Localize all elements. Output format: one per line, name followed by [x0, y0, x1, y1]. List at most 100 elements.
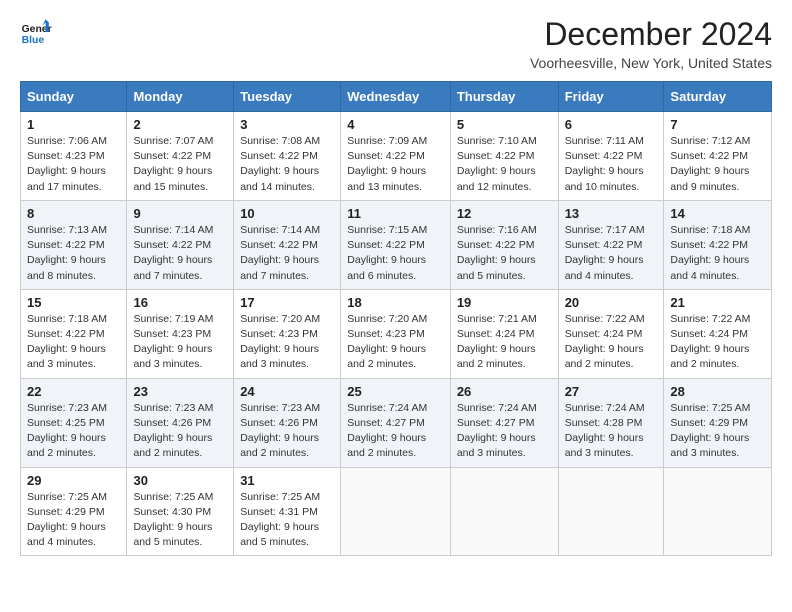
day-number: 13 [565, 206, 658, 221]
month-title: December 2024 [530, 16, 772, 53]
week-row-5: 29 Sunrise: 7:25 AMSunset: 4:29 PMDayligh… [21, 467, 772, 556]
week-row-4: 22 Sunrise: 7:23 AMSunset: 4:25 PMDayligh… [21, 378, 772, 467]
day-number: 11 [347, 206, 444, 221]
day-number: 31 [240, 473, 334, 488]
calendar-cell: 14Sunrise: 7:18 AMSunset: 4:22 PMDayligh… [664, 200, 772, 289]
day-number: 7 [670, 117, 765, 132]
day-info: Sunrise: 7:21 AMSunset: 4:24 PMDaylight:… [457, 312, 552, 373]
day-info: Sunrise: 7:25 AMSunset: 4:29 PMDaylight:… [670, 401, 765, 462]
weekday-header-wednesday: Wednesday [341, 82, 451, 112]
day-number: 22 [27, 384, 120, 399]
calendar-cell: 27 Sunrise: 7:24 AMSunset: 4:28 PMDayligh… [558, 378, 664, 467]
weekday-header-thursday: Thursday [450, 82, 558, 112]
day-info: Sunrise: 7:24 AMSunset: 4:27 PMDaylight:… [457, 401, 552, 462]
calendar-cell: 19 Sunrise: 7:21 AMSunset: 4:24 PMDayligh… [450, 289, 558, 378]
day-info: Sunrise: 7:06 AMSunset: 4:23 PMDaylight:… [27, 134, 120, 195]
day-info: Sunrise: 7:22 AMSunset: 4:24 PMDaylight:… [565, 312, 658, 373]
day-info: Sunrise: 7:13 AMSunset: 4:22 PMDaylight:… [27, 223, 120, 284]
calendar-cell: 31 Sunrise: 7:25 AMSunset: 4:31 PMDayligh… [234, 467, 341, 556]
calendar-cell: 28 Sunrise: 7:25 AMSunset: 4:29 PMDayligh… [664, 378, 772, 467]
calendar-cell: 2Sunrise: 7:07 AMSunset: 4:22 PMDaylight… [127, 112, 234, 201]
day-info: Sunrise: 7:10 AMSunset: 4:22 PMDaylight:… [457, 134, 552, 195]
day-number: 24 [240, 384, 334, 399]
calendar-cell: 22 Sunrise: 7:23 AMSunset: 4:25 PMDayligh… [21, 378, 127, 467]
day-number: 26 [457, 384, 552, 399]
calendar-cell [450, 467, 558, 556]
calendar-cell: 6Sunrise: 7:11 AMSunset: 4:22 PMDaylight… [558, 112, 664, 201]
calendar-cell: 17 Sunrise: 7:20 AMSunset: 4:23 PMDayligh… [234, 289, 341, 378]
day-number: 16 [133, 295, 227, 310]
calendar-cell: 11 Sunrise: 7:15 AMSunset: 4:22 PMDayligh… [341, 200, 451, 289]
day-info: Sunrise: 7:18 AMSunset: 4:22 PMDaylight:… [27, 312, 120, 373]
week-row-3: 15 Sunrise: 7:18 AMSunset: 4:22 PMDayligh… [21, 289, 772, 378]
weekday-header-sunday: Sunday [21, 82, 127, 112]
calendar-cell: 24Sunrise: 7:23 AMSunset: 4:26 PMDayligh… [234, 378, 341, 467]
day-info: Sunrise: 7:14 AMSunset: 4:22 PMDaylight:… [240, 223, 334, 284]
calendar-cell: 23 Sunrise: 7:23 AMSunset: 4:26 PMDayligh… [127, 378, 234, 467]
calendar-cell: 20 Sunrise: 7:22 AMSunset: 4:24 PMDayligh… [558, 289, 664, 378]
day-number: 30 [133, 473, 227, 488]
day-info: Sunrise: 7:08 AMSunset: 4:22 PMDaylight:… [240, 134, 334, 195]
page-header: General Blue December 2024 Voorheesville… [20, 16, 772, 71]
calendar-cell: 9Sunrise: 7:14 AMSunset: 4:22 PMDaylight… [127, 200, 234, 289]
day-info: Sunrise: 7:07 AMSunset: 4:22 PMDaylight:… [133, 134, 227, 195]
day-info: Sunrise: 7:22 AMSunset: 4:24 PMDaylight:… [670, 312, 765, 373]
title-area: December 2024 Voorheesville, New York, U… [530, 16, 772, 71]
calendar-cell: 3Sunrise: 7:08 AMSunset: 4:22 PMDaylight… [234, 112, 341, 201]
day-number: 28 [670, 384, 765, 399]
day-info: Sunrise: 7:24 AMSunset: 4:28 PMDaylight:… [565, 401, 658, 462]
day-info: Sunrise: 7:24 AMSunset: 4:27 PMDaylight:… [347, 401, 444, 462]
day-number: 29 [27, 473, 120, 488]
day-number: 9 [133, 206, 227, 221]
day-info: Sunrise: 7:17 AMSunset: 4:22 PMDaylight:… [565, 223, 658, 284]
calendar-cell [558, 467, 664, 556]
day-number: 8 [27, 206, 120, 221]
calendar-cell: 1 Sunrise: 7:06 AMSunset: 4:23 PMDaylight… [21, 112, 127, 201]
calendar-cell: 4Sunrise: 7:09 AMSunset: 4:22 PMDaylight… [341, 112, 451, 201]
weekday-header-friday: Friday [558, 82, 664, 112]
day-number: 20 [565, 295, 658, 310]
logo-icon: General Blue [20, 16, 52, 48]
day-info: Sunrise: 7:25 AMSunset: 4:31 PMDaylight:… [240, 490, 334, 551]
day-number: 10 [240, 206, 334, 221]
weekday-header-tuesday: Tuesday [234, 82, 341, 112]
day-info: Sunrise: 7:09 AMSunset: 4:22 PMDaylight:… [347, 134, 444, 195]
day-number: 19 [457, 295, 552, 310]
day-number: 1 [27, 117, 120, 132]
day-number: 23 [133, 384, 227, 399]
calendar-table: SundayMondayTuesdayWednesdayThursdayFrid… [20, 81, 772, 556]
day-number: 27 [565, 384, 658, 399]
calendar-cell [664, 467, 772, 556]
day-number: 18 [347, 295, 444, 310]
week-row-2: 8 Sunrise: 7:13 AMSunset: 4:22 PMDaylight… [21, 200, 772, 289]
location-subtitle: Voorheesville, New York, United States [530, 55, 772, 71]
day-info: Sunrise: 7:15 AMSunset: 4:22 PMDaylight:… [347, 223, 444, 284]
week-row-1: 1 Sunrise: 7:06 AMSunset: 4:23 PMDaylight… [21, 112, 772, 201]
day-number: 5 [457, 117, 552, 132]
day-info: Sunrise: 7:18 AMSunset: 4:22 PMDaylight:… [670, 223, 765, 284]
day-info: Sunrise: 7:23 AMSunset: 4:25 PMDaylight:… [27, 401, 120, 462]
day-info: Sunrise: 7:16 AMSunset: 4:22 PMDaylight:… [457, 223, 552, 284]
calendar-cell: 5 Sunrise: 7:10 AMSunset: 4:22 PMDaylight… [450, 112, 558, 201]
day-info: Sunrise: 7:20 AMSunset: 4:23 PMDaylight:… [347, 312, 444, 373]
svg-text:Blue: Blue [22, 35, 45, 46]
calendar-cell: 18 Sunrise: 7:20 AMSunset: 4:23 PMDayligh… [341, 289, 451, 378]
day-info: Sunrise: 7:23 AMSunset: 4:26 PMDaylight:… [133, 401, 227, 462]
logo: General Blue [20, 16, 52, 48]
day-number: 21 [670, 295, 765, 310]
calendar-cell: 29 Sunrise: 7:25 AMSunset: 4:29 PMDayligh… [21, 467, 127, 556]
calendar-cell: 7Sunrise: 7:12 AMSunset: 4:22 PMDaylight… [664, 112, 772, 201]
day-info: Sunrise: 7:19 AMSunset: 4:23 PMDaylight:… [133, 312, 227, 373]
day-info: Sunrise: 7:11 AMSunset: 4:22 PMDaylight:… [565, 134, 658, 195]
day-info: Sunrise: 7:25 AMSunset: 4:29 PMDaylight:… [27, 490, 120, 551]
day-info: Sunrise: 7:20 AMSunset: 4:23 PMDaylight:… [240, 312, 334, 373]
calendar-cell: 10 Sunrise: 7:14 AMSunset: 4:22 PMDayligh… [234, 200, 341, 289]
calendar-cell: 15 Sunrise: 7:18 AMSunset: 4:22 PMDayligh… [21, 289, 127, 378]
day-number: 15 [27, 295, 120, 310]
calendar-cell: 25Sunrise: 7:24 AMSunset: 4:27 PMDayligh… [341, 378, 451, 467]
calendar-cell: 21 Sunrise: 7:22 AMSunset: 4:24 PMDayligh… [664, 289, 772, 378]
day-number: 17 [240, 295, 334, 310]
weekday-header-row: SundayMondayTuesdayWednesdayThursdayFrid… [21, 82, 772, 112]
calendar-cell: 26 Sunrise: 7:24 AMSunset: 4:27 PMDayligh… [450, 378, 558, 467]
calendar-cell: 12Sunrise: 7:16 AMSunset: 4:22 PMDayligh… [450, 200, 558, 289]
